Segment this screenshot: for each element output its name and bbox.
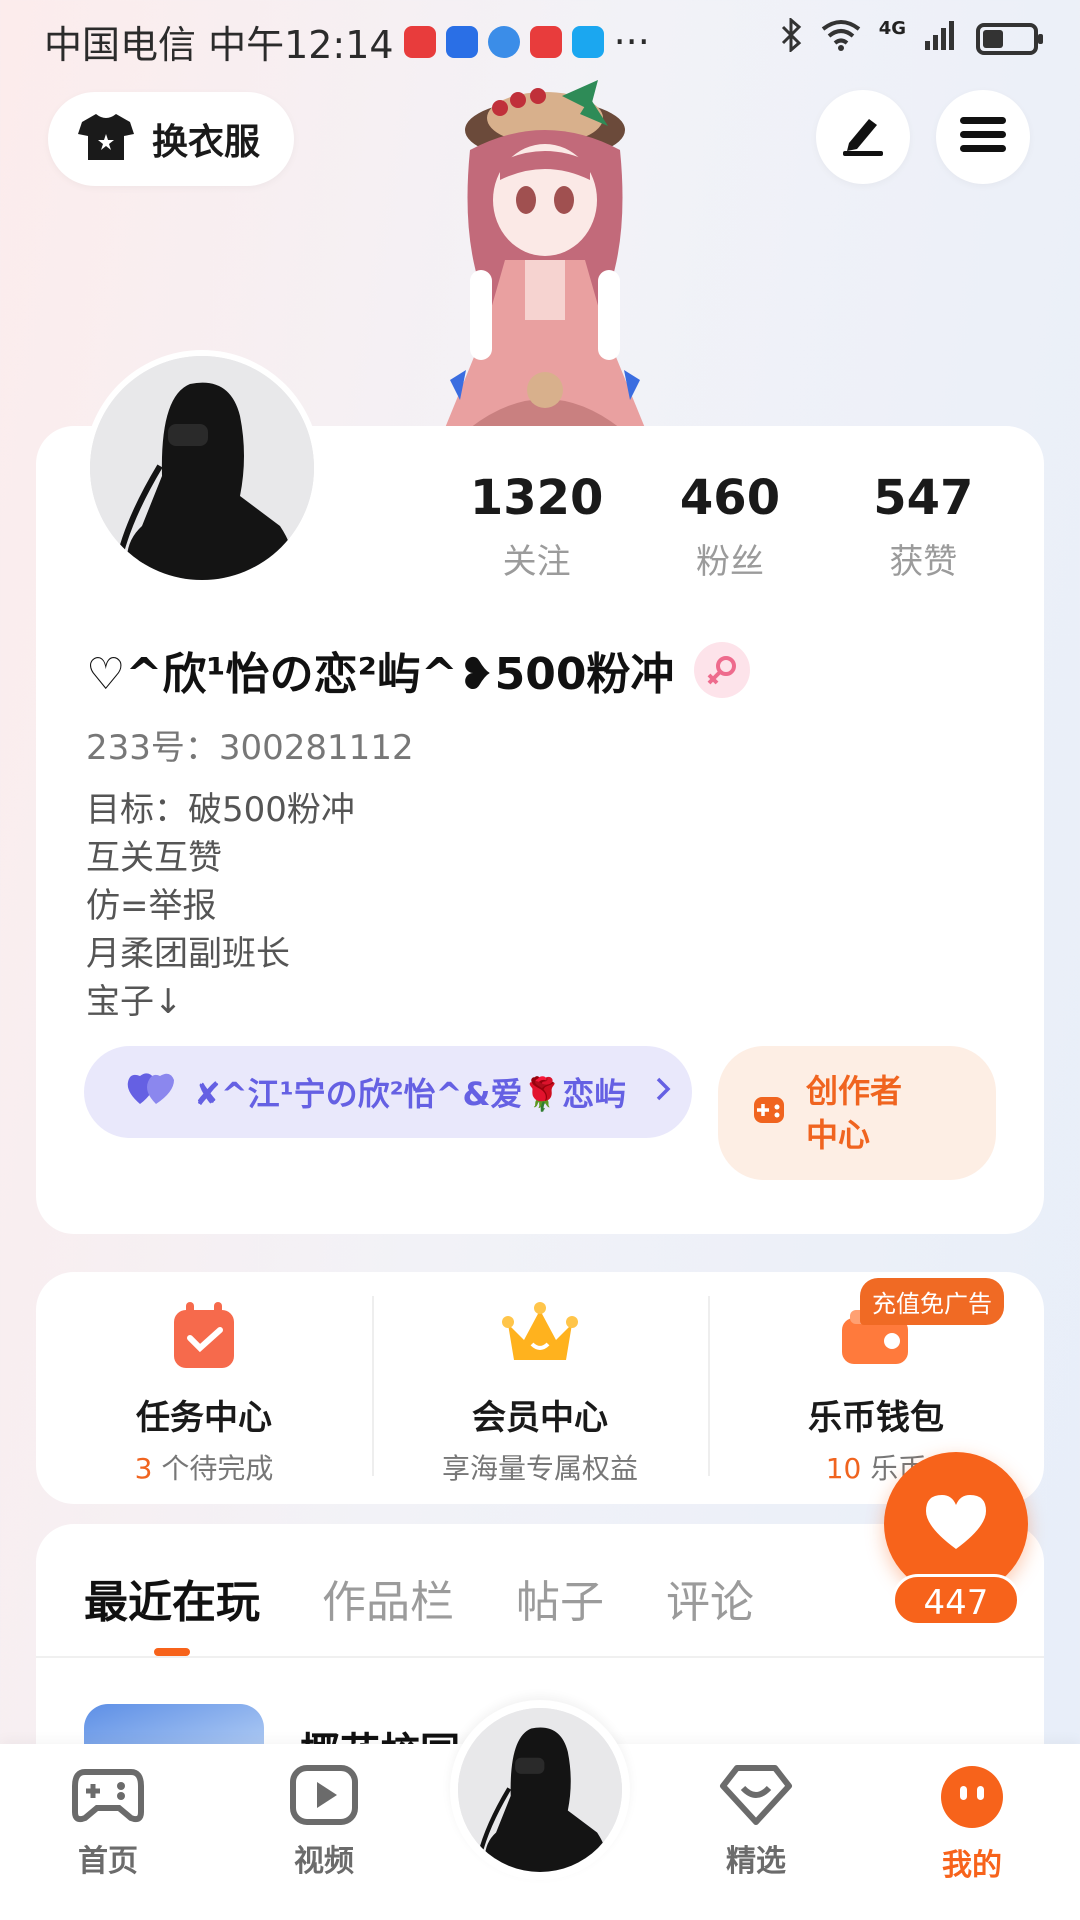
- feature-title: 乐币钱包: [808, 1398, 944, 1438]
- status-left: 中国电信 中午12:14 ···: [44, 14, 650, 69]
- change-outfit-label: 换衣服: [152, 122, 261, 163]
- stat-label: 获赞: [889, 542, 958, 582]
- tab-works[interactable]: 作品栏: [322, 1566, 454, 1630]
- feature-subtitle: 享海量专属权益: [441, 1452, 638, 1485]
- heart-icon: [924, 1493, 988, 1555]
- pen-icon: [839, 113, 887, 161]
- username-row: ♡^欣¹怡の恋²屿^❥500粉冲: [86, 638, 751, 702]
- chevron-right-icon: [654, 1073, 672, 1111]
- like-count: 447: [892, 1574, 1020, 1626]
- female-icon: [694, 642, 751, 698]
- tab-indicator: [154, 1648, 190, 1656]
- status-bar: 中国电信 中午12:14 ··· 4G: [0, 0, 1080, 74]
- recharge-badge: 充值免广告: [860, 1278, 1004, 1325]
- stat-likes[interactable]: 547 获赞: [827, 470, 1020, 583]
- nav-label: 我的: [942, 1848, 1002, 1883]
- diamond-heart-icon: [719, 1765, 793, 1830]
- user-id: 233号：300281112: [86, 728, 414, 768]
- stat-label: 关注: [502, 542, 571, 582]
- stat-followers[interactable]: 460 粉丝: [633, 470, 826, 583]
- more-notifications: ···: [613, 19, 650, 64]
- nav-mine[interactable]: 我的: [902, 1764, 1042, 1884]
- bio-line: 互关互赞: [86, 838, 222, 878]
- relationship-chip[interactable]: ✘^江¹宁の欣²怡^&爱🌹恋屿: [84, 1046, 692, 1138]
- menu-button[interactable]: [936, 90, 1030, 184]
- video-icon: [289, 1765, 359, 1830]
- tshirt-icon: [78, 112, 134, 166]
- network-label: 4G: [878, 18, 906, 39]
- status-right: 4G: [781, 16, 1043, 60]
- tab-comments[interactable]: 评论: [666, 1566, 754, 1630]
- tab-posts[interactable]: 帖子: [516, 1566, 604, 1630]
- signal-icon: [924, 19, 958, 59]
- nav-center-avatar[interactable]: [450, 1700, 630, 1880]
- nav-label: 视频: [294, 1844, 354, 1879]
- browser-icon: [487, 25, 520, 58]
- huawei-store-icon: [403, 25, 436, 58]
- bio-line: 宝子↓: [86, 982, 183, 1022]
- gamepad-plus-icon: [752, 1089, 788, 1138]
- search-app-icon: [571, 25, 604, 58]
- tabs-divider: [36, 1656, 1044, 1658]
- carrier-time: 中国电信 中午12:14: [44, 23, 394, 67]
- crown-icon: [500, 1296, 580, 1376]
- tab-recently-played[interactable]: 最近在玩: [84, 1566, 260, 1630]
- bio-line: 月柔团副班长: [86, 934, 290, 974]
- profile-face-icon: [939, 1766, 1005, 1834]
- stat-value: 460: [679, 470, 781, 526]
- wifi-icon: [821, 19, 861, 59]
- bluetooth-icon: [781, 16, 803, 60]
- stat-label: 粉丝: [695, 542, 764, 582]
- gamepad-icon: [71, 1769, 145, 1830]
- profile-avatar[interactable]: [84, 350, 320, 586]
- nav-label: 首页: [78, 1844, 138, 1879]
- double-heart-icon: [126, 1070, 176, 1114]
- feature-title: 会员中心: [472, 1398, 608, 1438]
- bio: 目标：破500粉冲 互关互赞 仿=举报 月柔团副班长 宝子↓: [86, 786, 355, 1026]
- feature-card: 任务中心 3 个待完成 会员中心 享海量专属权益 充值免广告 乐币钱包 10 乐…: [36, 1272, 1044, 1504]
- bio-line: 目标：破500粉冲: [86, 790, 355, 830]
- username: ♡^欣¹怡の恋²屿^❥500粉冲: [86, 649, 675, 700]
- stat-value: 1320: [469, 470, 604, 526]
- creator-center-label: 创作者中心: [806, 1072, 903, 1154]
- hamburger-icon: [960, 115, 1006, 159]
- stat-following[interactable]: 1320 关注: [440, 470, 633, 583]
- bio-line: 仿=举报: [86, 886, 217, 926]
- huawei-store-icon-2: [529, 25, 562, 58]
- profile-stats: 1320 关注 460 粉丝 547 获赞: [440, 470, 1020, 583]
- creator-center-button[interactable]: 创作者中心: [718, 1046, 996, 1180]
- calendar-check-icon: [164, 1296, 244, 1376]
- avatar-character[interactable]: [430, 70, 660, 428]
- nav-video[interactable]: 视频: [254, 1764, 394, 1880]
- feature-subtitle: 3 个待完成: [134, 1452, 274, 1485]
- nav-home[interactable]: 首页: [38, 1764, 178, 1880]
- battery-icon: [976, 23, 1043, 55]
- feature-title: 任务中心: [136, 1398, 272, 1438]
- relationship-label: ✘^江¹宁の欣²怡^&爱🌹恋屿: [194, 1075, 627, 1113]
- nav-label: 精选: [726, 1844, 786, 1879]
- content-tabs: 最近在玩 作品栏 帖子 评论: [84, 1566, 754, 1630]
- vip-center-button[interactable]: 会员中心 享海量专属权益: [372, 1272, 708, 1504]
- change-outfit-button[interactable]: 换衣服: [48, 92, 294, 186]
- edit-button[interactable]: [816, 90, 910, 184]
- nav-featured[interactable]: 精选: [686, 1764, 826, 1880]
- tips-icon: [445, 25, 478, 58]
- task-center-button[interactable]: 任务中心 3 个待完成: [36, 1272, 372, 1504]
- stat-value: 547: [873, 470, 974, 526]
